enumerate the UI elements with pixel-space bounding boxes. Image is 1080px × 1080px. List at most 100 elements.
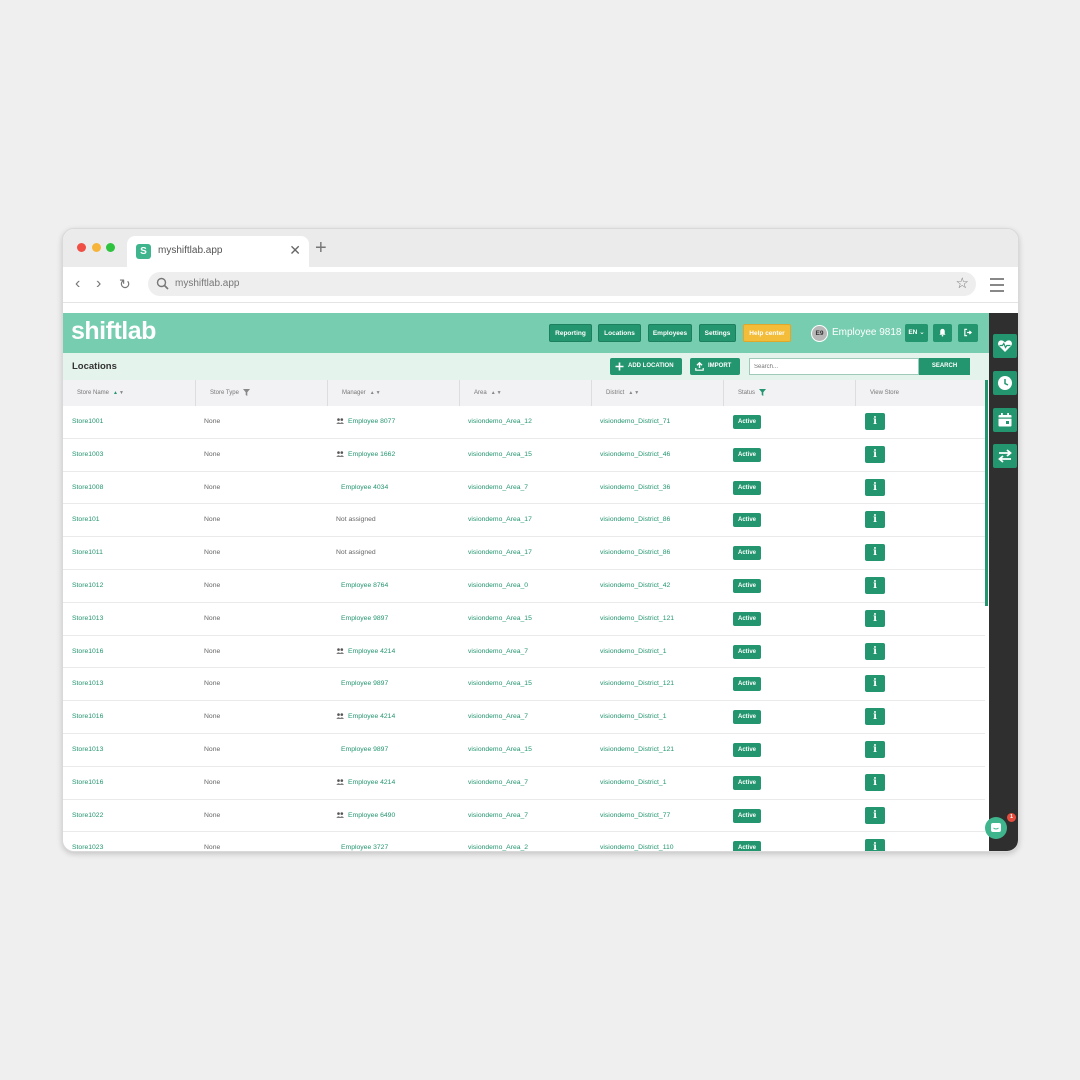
sort-icon[interactable]: ▲▼ xyxy=(370,380,382,406)
district-link[interactable]: visiondemo_District_1 xyxy=(600,636,667,669)
area-link[interactable]: visiondemo_Area_7 xyxy=(468,767,528,800)
district-link[interactable]: visiondemo_District_121 xyxy=(600,668,674,701)
area-link[interactable]: visiondemo_Area_0 xyxy=(468,570,528,603)
area-link[interactable]: visiondemo_Area_15 xyxy=(468,668,532,701)
back-icon[interactable]: ‹ xyxy=(75,275,80,293)
manager-cell[interactable]: Employee 1662 xyxy=(336,439,395,472)
store-name-link[interactable]: Store1008 xyxy=(72,472,103,505)
shiftlab-logo[interactable]: shiftlab xyxy=(71,317,156,346)
view-store-info-button[interactable]: i xyxy=(865,478,885,496)
logout-button[interactable] xyxy=(958,324,978,342)
district-link[interactable]: visiondemo_District_110 xyxy=(600,832,674,851)
side-clock-button[interactable] xyxy=(993,371,1017,395)
store-name-link[interactable]: Store1022 xyxy=(72,800,103,833)
district-link[interactable]: visiondemo_District_121 xyxy=(600,603,674,636)
manager-cell[interactable]: Employee 6490 xyxy=(336,800,395,833)
manager-cell[interactable]: Employee 3727 xyxy=(336,832,388,851)
area-link[interactable]: visiondemo_Area_7 xyxy=(468,472,528,505)
url-field[interactable]: myshiftlab.app ☆ xyxy=(148,272,976,296)
view-store-info-button[interactable]: i xyxy=(865,740,885,758)
side-swap-button[interactable] xyxy=(993,444,1017,468)
sort-icon[interactable]: ▲▼ xyxy=(628,380,640,406)
browser-tab[interactable]: S myshiftlab.app ✕ xyxy=(127,236,309,267)
district-link[interactable]: visiondemo_District_86 xyxy=(600,537,670,570)
view-store-info-button[interactable]: i xyxy=(865,576,885,594)
window-close-dot[interactable] xyxy=(77,243,86,252)
district-link[interactable]: visiondemo_District_46 xyxy=(600,439,670,472)
area-link[interactable]: visiondemo_Area_17 xyxy=(468,537,532,570)
store-name-link[interactable]: Store1016 xyxy=(72,701,103,734)
store-name-link[interactable]: Store1013 xyxy=(72,603,103,636)
bell-button[interactable] xyxy=(933,324,952,342)
header-store-type[interactable]: Store Type xyxy=(195,380,327,406)
language-select[interactable]: EN ⌄ xyxy=(905,324,928,342)
store-name-link[interactable]: Store1013 xyxy=(72,668,103,701)
area-link[interactable]: visiondemo_Area_7 xyxy=(468,701,528,734)
reload-icon[interactable]: ↻ xyxy=(119,275,131,293)
district-link[interactable]: visiondemo_District_1 xyxy=(600,767,667,800)
view-store-info-button[interactable]: i xyxy=(865,413,885,430)
store-name-link[interactable]: Store1003 xyxy=(72,439,103,472)
view-store-info-button[interactable]: i xyxy=(865,773,885,791)
header-manager[interactable]: Manager ▲▼ xyxy=(327,380,459,406)
manager-cell[interactable]: Employee 9897 xyxy=(336,603,388,636)
bookmark-star-icon[interactable]: ☆ xyxy=(956,275,969,292)
district-link[interactable]: visiondemo_District_77 xyxy=(600,800,670,833)
user-name[interactable]: Employee 9818 xyxy=(832,327,902,338)
nav-help-center[interactable]: Help center xyxy=(743,324,791,342)
chat-button[interactable] xyxy=(985,817,1007,839)
store-name-link[interactable]: Store1013 xyxy=(72,734,103,767)
view-store-info-button[interactable]: i xyxy=(865,675,885,693)
browser-menu-icon[interactable] xyxy=(990,278,1004,296)
area-link[interactable]: visiondemo_Area_15 xyxy=(468,734,532,767)
add-location-button[interactable]: ADD LOCATION xyxy=(610,358,682,375)
view-store-info-button[interactable]: i xyxy=(865,839,885,851)
district-link[interactable]: visiondemo_District_36 xyxy=(600,472,670,505)
district-link[interactable]: visiondemo_District_121 xyxy=(600,734,674,767)
store-name-link[interactable]: Store1012 xyxy=(72,570,103,603)
search-button[interactable]: SEARCH xyxy=(919,358,970,375)
store-name-link[interactable]: Store101 xyxy=(72,504,100,537)
view-store-info-button[interactable]: i xyxy=(865,642,885,660)
store-name-link[interactable]: Store1016 xyxy=(72,767,103,800)
area-link[interactable]: visiondemo_Area_17 xyxy=(468,504,532,537)
view-store-info-button[interactable]: i xyxy=(865,544,885,562)
header-status[interactable]: Status xyxy=(723,380,855,406)
view-store-info-button[interactable]: i xyxy=(865,511,885,529)
district-link[interactable]: visiondemo_District_1 xyxy=(600,701,667,734)
import-button[interactable]: IMPORT xyxy=(690,358,740,375)
area-link[interactable]: visiondemo_Area_7 xyxy=(468,636,528,669)
manager-cell[interactable]: Employee 8764 xyxy=(336,570,388,603)
area-link[interactable]: visiondemo_Area_12 xyxy=(468,406,532,439)
header-store-name[interactable]: Store Name ▲▼ xyxy=(63,380,195,406)
store-name-link[interactable]: Store1011 xyxy=(72,537,103,570)
view-store-info-button[interactable]: i xyxy=(865,708,885,726)
district-link[interactable]: visiondemo_District_86 xyxy=(600,504,670,537)
nav-locations[interactable]: Locations xyxy=(598,324,641,342)
district-link[interactable]: visiondemo_District_42 xyxy=(600,570,670,603)
window-minimize-dot[interactable] xyxy=(92,243,101,252)
search-input[interactable] xyxy=(749,358,919,375)
district-link[interactable]: visiondemo_District_71 xyxy=(600,406,670,439)
scrollbar[interactable] xyxy=(985,380,988,606)
manager-cell[interactable]: Employee 4214 xyxy=(336,636,395,669)
store-name-link[interactable]: Store1016 xyxy=(72,636,103,669)
manager-cell[interactable]: Employee 4214 xyxy=(336,767,395,800)
view-store-info-button[interactable]: i xyxy=(865,806,885,824)
tab-close-icon[interactable]: ✕ xyxy=(289,242,301,258)
header-area[interactable]: Area ▲▼ xyxy=(459,380,591,406)
nav-employees[interactable]: Employees xyxy=(648,324,692,342)
manager-cell[interactable]: Employee 4214 xyxy=(336,701,395,734)
filter-icon[interactable] xyxy=(242,388,250,396)
window-maximize-dot[interactable] xyxy=(106,243,115,252)
sort-icon[interactable]: ▲▼ xyxy=(113,380,125,406)
header-district[interactable]: District ▲▼ xyxy=(591,380,723,406)
avatar[interactable]: E9 xyxy=(811,325,828,342)
new-tab-icon[interactable]: + xyxy=(315,238,327,258)
nav-settings[interactable]: Settings xyxy=(699,324,736,342)
manager-cell[interactable]: Employee 8077 xyxy=(336,406,395,439)
manager-cell[interactable]: Employee 9897 xyxy=(336,734,388,767)
view-store-info-button[interactable]: i xyxy=(865,609,885,627)
forward-icon[interactable]: › xyxy=(96,275,101,293)
area-link[interactable]: visiondemo_Area_15 xyxy=(468,439,532,472)
